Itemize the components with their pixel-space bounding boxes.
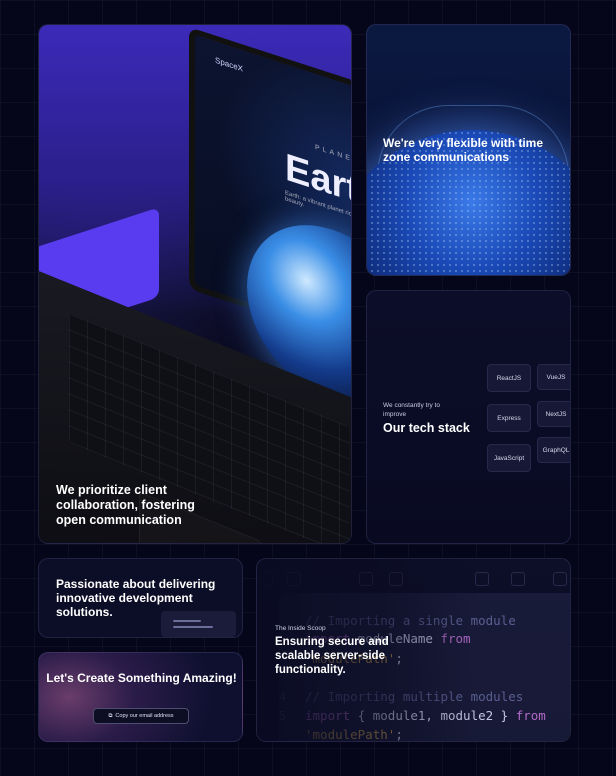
code-card-title: Ensuring secure and scalable server-side… — [275, 636, 389, 676]
tech-tag-javascript: JavaScript — [487, 444, 531, 472]
copy-icon: ⧉ — [108, 712, 113, 719]
cta-title: Let's Create Something Amazing! — [46, 671, 237, 685]
cta-card: Let's Create Something Amazing! ⧉ Copy o… — [38, 652, 243, 742]
tech-tag-nextjs: NextJS — [537, 401, 570, 427]
passion-card: Passionate about delivering innovative d… — [38, 558, 243, 638]
tech-stack-title: Our tech stack — [383, 421, 470, 435]
code-card: // Importing a single moduleimport modul… — [256, 558, 571, 742]
copy-email-label: Copy our email address — [115, 713, 174, 719]
tech-tag-express: Express — [487, 404, 531, 432]
tech-tag-graphql: GraphQL — [537, 437, 570, 463]
passion-text: Passionate about delivering innovative d… — [56, 577, 216, 619]
laptop-screen: SpaceX PLANET Earth Earth: a vibrant pla… — [189, 27, 351, 428]
copy-email-button[interactable]: ⧉ Copy our email address — [93, 708, 189, 724]
globe-card-caption: We're very flexible with time zone commu… — [383, 136, 544, 164]
tech-stack-card: We constantly try to improve Our tech st… — [366, 290, 571, 544]
tech-tag-reactjs: ReactJS — [487, 364, 531, 392]
globe-card: We're very flexible with time zone commu… — [366, 24, 571, 276]
tech-tag-vuejs: VueJS — [537, 364, 570, 390]
tech-stack-eyebrow: We constantly try to improve — [383, 402, 440, 418]
laptop-card-caption: We prioritize client collaboration, fost… — [56, 483, 195, 527]
code-card-eyebrow: The Inside Scoop — [275, 625, 326, 632]
laptop-card: SpaceX PLANET Earth Earth: a vibrant pla… — [38, 24, 352, 544]
